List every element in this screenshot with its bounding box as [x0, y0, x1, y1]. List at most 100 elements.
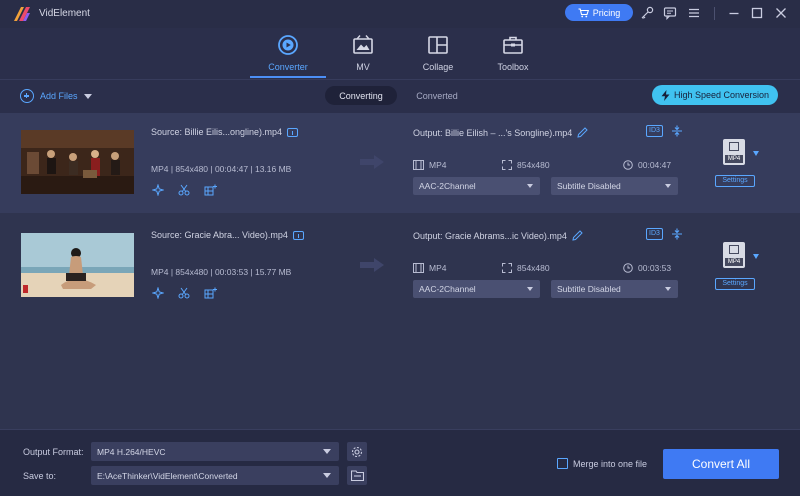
- file-row[interactable]: Source: Billie Eilis...ongline).mp4 MP4 …: [0, 113, 800, 213]
- video-thumbnail[interactable]: [21, 233, 134, 297]
- convert-all-button[interactable]: Convert All: [663, 449, 779, 479]
- tab-converter-label: Converter: [268, 62, 308, 72]
- app-title: VidElement: [39, 8, 90, 19]
- film-icon: [729, 245, 739, 254]
- id3-tag-icon[interactable]: ID3: [646, 228, 663, 240]
- output-format-select-value: MP4 H.264/HEVC: [97, 446, 166, 457]
- subtitle-select[interactable]: Subtitle Disabled: [551, 177, 678, 195]
- source-label: Source: Gracie Abra... Video).mp4: [151, 230, 288, 240]
- film-icon: [413, 160, 424, 170]
- audio-track-select[interactable]: AAC-2Channel: [413, 177, 540, 195]
- save-to-select[interactable]: E:\AceThinker\VidElement\Converted: [91, 466, 339, 485]
- tab-toolbox[interactable]: Toolbox: [476, 34, 550, 78]
- cut-icon[interactable]: [178, 287, 190, 299]
- compress-icon[interactable]: [671, 228, 683, 240]
- subtitle-select[interactable]: Subtitle Disabled: [551, 280, 678, 298]
- info-icon[interactable]: [287, 127, 299, 137]
- tab-converting[interactable]: Converting: [325, 86, 397, 105]
- save-to-path: E:\AceThinker\VidElement\Converted: [97, 470, 238, 481]
- output-label: Output: Billie Eilish – ...'s Songline).…: [413, 127, 573, 138]
- add-icon: [20, 89, 34, 103]
- id3-tag-icon[interactable]: ID3: [646, 125, 663, 137]
- settings-button[interactable]: Settings: [715, 175, 755, 187]
- tab-collage[interactable]: Collage: [401, 34, 475, 78]
- pricing-label: Pricing: [592, 7, 621, 18]
- compress-icon[interactable]: [671, 125, 683, 137]
- convert-arrow-icon: [360, 258, 384, 272]
- format-icon[interactable]: MP4: [723, 242, 745, 268]
- resolution-icon: [502, 263, 512, 273]
- format-settings-button[interactable]: [347, 442, 367, 461]
- cut-icon[interactable]: [178, 184, 190, 196]
- tab-toolbox-label: Toolbox: [497, 62, 529, 72]
- output-format-label: Output Format:: [23, 447, 84, 457]
- rename-pencil-icon[interactable]: [577, 127, 589, 138]
- output-actions: ID3: [646, 125, 683, 137]
- pricing-button[interactable]: Pricing: [565, 4, 633, 21]
- output-duration-value: 00:04:47: [638, 160, 672, 170]
- source-filename: Source: Gracie Abra... Video).mp4: [151, 230, 304, 240]
- menu-icon[interactable]: [687, 6, 701, 20]
- key-icon[interactable]: [640, 6, 654, 20]
- film-icon: [413, 263, 424, 273]
- minimize-icon[interactable]: [727, 6, 741, 20]
- source-metadata: MP4 | 854x480 | 00:04:47 | 13.16 MB: [151, 164, 292, 174]
- format-icon[interactable]: MP4: [723, 139, 745, 165]
- cart-icon: [578, 7, 589, 17]
- add-files-button[interactable]: Add Files: [20, 88, 92, 104]
- enhance-icon[interactable]: [152, 287, 164, 299]
- output-label: Output: Gracie Abrams...ic Video).mp4: [413, 230, 567, 241]
- chevron-down-icon: [665, 287, 671, 291]
- bottom-bar: Output Format: MP4 H.264/HEVC Save to: E…: [0, 429, 800, 496]
- maximize-icon[interactable]: [750, 6, 764, 20]
- edit-effects-icon[interactable]: [204, 287, 217, 299]
- output-format-select[interactable]: MP4 H.264/HEVC: [91, 442, 339, 461]
- audio-track-value: AAC-2Channel: [419, 284, 476, 294]
- nav-divider: [0, 79, 800, 80]
- format-badge: MP4: [725, 258, 743, 266]
- file-row[interactable]: Source: Gracie Abra... Video).mp4 MP4 | …: [0, 216, 800, 316]
- converter-icon: [278, 35, 298, 55]
- settings-button[interactable]: Settings: [715, 278, 755, 290]
- output-filename: Output: Gracie Abrams...ic Video).mp4: [413, 230, 583, 241]
- audio-track-select[interactable]: AAC-2Channel: [413, 280, 540, 298]
- tab-converted[interactable]: Converted: [406, 86, 468, 105]
- info-icon[interactable]: [292, 230, 304, 240]
- output-resolution-value: 854x480: [517, 263, 550, 273]
- save-to-label: Save to:: [23, 471, 57, 481]
- output-resolution: 854x480: [502, 160, 550, 170]
- output-format: MP4: [413, 263, 446, 273]
- edit-effects-icon[interactable]: [204, 184, 217, 196]
- format-dropdown-icon[interactable]: [753, 254, 759, 259]
- add-files-label: Add Files: [40, 91, 78, 101]
- feedback-icon[interactable]: [663, 6, 677, 20]
- output-filename: Output: Billie Eilish – ...'s Songline).…: [413, 127, 589, 138]
- tab-collage-label: Collage: [422, 62, 454, 72]
- clock-icon: [623, 160, 633, 170]
- chevron-down-icon: [665, 184, 671, 188]
- resolution-icon: [502, 160, 512, 170]
- checkbox-icon[interactable]: [557, 458, 568, 469]
- close-icon[interactable]: [774, 6, 788, 20]
- enhance-icon[interactable]: [152, 184, 164, 196]
- output-format: MP4: [413, 160, 446, 170]
- tab-converter[interactable]: Converter: [251, 34, 325, 78]
- output-actions: ID3: [646, 228, 683, 240]
- format-dropdown-icon[interactable]: [753, 151, 759, 156]
- toolbox-icon: [503, 36, 523, 54]
- chevron-down-icon[interactable]: [83, 93, 92, 99]
- chevron-down-icon: [527, 287, 533, 291]
- merge-checkbox[interactable]: Merge into one file: [557, 458, 647, 469]
- chevron-down-icon: [527, 184, 533, 188]
- collage-icon: [428, 36, 448, 54]
- rename-pencil-icon[interactable]: [572, 230, 583, 241]
- video-thumbnail[interactable]: [21, 130, 134, 194]
- open-folder-button[interactable]: [347, 466, 367, 485]
- source-filename: Source: Billie Eilis...ongline).mp4: [151, 127, 299, 137]
- subtitle-value: Subtitle Disabled: [557, 181, 621, 191]
- tab-mv-label: MV: [356, 62, 370, 72]
- tab-mv[interactable]: MV: [326, 34, 400, 78]
- high-speed-conversion-button[interactable]: High Speed Conversion: [652, 85, 778, 105]
- format-badge: MP4: [725, 155, 743, 163]
- gear-icon: [351, 446, 363, 457]
